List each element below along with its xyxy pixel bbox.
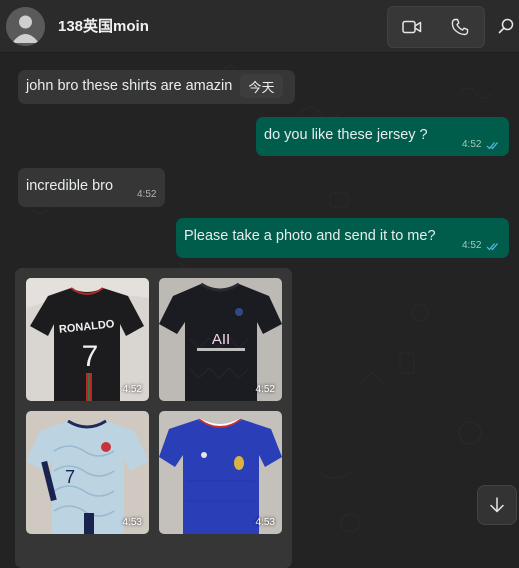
photo-time: 4:52 <box>122 384 142 395</box>
jersey-photo[interactable]: 4:53 <box>159 411 282 534</box>
jersey-number-text: 7 <box>65 467 75 487</box>
default-avatar-icon <box>6 7 45 46</box>
phone-icon <box>451 18 469 36</box>
message-time: 4:52 <box>462 139 482 150</box>
arrow-down-icon <box>490 497 504 513</box>
message-text: Please take a photo and send it to me? <box>184 228 436 244</box>
chat-header: 138英国moin <box>0 0 519 53</box>
photo-time: 4:53 <box>122 517 142 528</box>
black-jersey-image: RONALDO 7 <box>26 278 149 401</box>
message-time: 4:52 <box>462 240 482 251</box>
photo-time: 4:52 <box>255 384 275 395</box>
message-time: 4:52 <box>137 189 157 200</box>
read-receipt-icon <box>486 142 498 150</box>
message-text: incredible bro <box>26 178 114 194</box>
date-chip: 今天 <box>240 74 283 98</box>
scroll-to-bottom-button[interactable] <box>477 485 517 525</box>
light-blue-jersey-image: 7 <box>26 411 149 534</box>
jersey-photo[interactable]: RONALDO 7 4:52 <box>26 278 149 401</box>
video-call-button[interactable] <box>388 7 436 47</box>
message-text: john bro these shirts are amazin <box>26 78 233 94</box>
incoming-message[interactable]: incredible bro 4:52 <box>18 168 165 207</box>
outgoing-message[interactable]: do you like these jersey ? 4:52 <box>256 117 509 156</box>
jersey-photo[interactable]: 7 4:53 <box>26 411 149 534</box>
photo-album-message[interactable]: RONALDO 7 4:52 AII 4:52 7 4:53 4:53 <box>15 268 292 568</box>
message-text: do you like these jersey ? <box>264 127 428 143</box>
outgoing-message[interactable]: Please take a photo and send it to me? 4… <box>176 218 509 258</box>
voice-call-button[interactable] <box>436 7 484 47</box>
contact-avatar[interactable] <box>6 7 45 46</box>
blue-jersey-image <box>159 411 282 534</box>
call-buttons-group <box>387 6 485 48</box>
jersey-sponsor-text: AII <box>212 331 230 348</box>
photo-time: 4:53 <box>255 517 275 528</box>
dark-jersey-image: AII <box>159 278 282 401</box>
search-icon <box>498 18 514 34</box>
jersey-photo[interactable]: AII 4:52 <box>159 278 282 401</box>
search-button[interactable] <box>493 12 519 40</box>
read-receipt-icon <box>486 243 498 251</box>
video-camera-icon <box>402 20 422 34</box>
contact-name[interactable]: 138英国moin <box>58 15 149 36</box>
jersey-number-text: 7 <box>82 340 99 373</box>
